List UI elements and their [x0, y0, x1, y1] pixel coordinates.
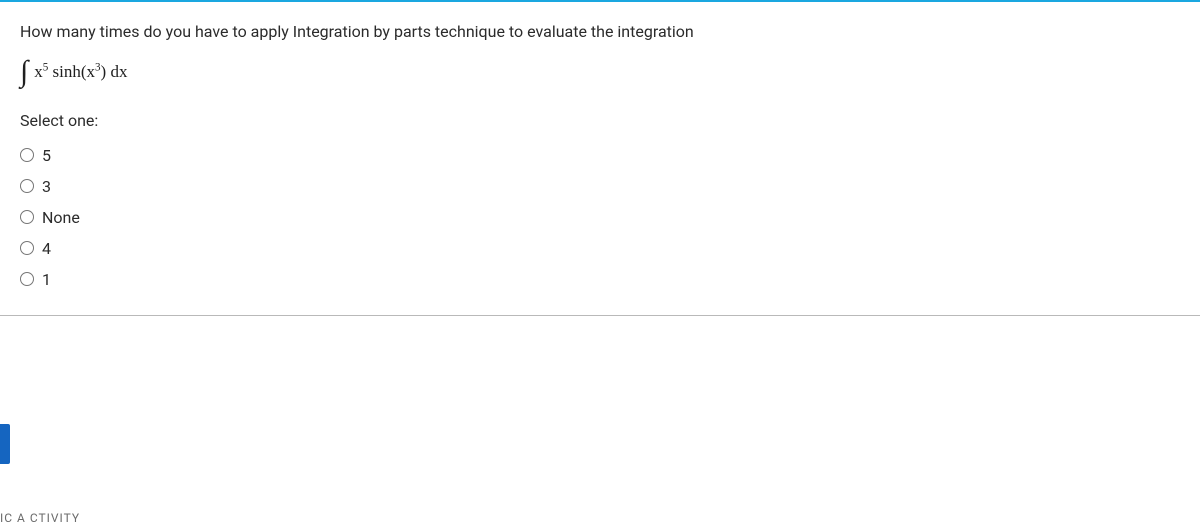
func-name: sinh( — [53, 62, 87, 81]
radio-3[interactable] — [20, 179, 34, 193]
question-block: How many times do you have to apply Inte… — [0, 2, 1200, 316]
option-3[interactable]: 3 — [20, 171, 1200, 202]
option-label: None — [42, 208, 80, 227]
option-label: 4 — [42, 239, 51, 258]
radio-4[interactable] — [20, 241, 34, 255]
integral-expression: ∫ x5 sinh(x3) dx — [20, 57, 1200, 87]
option-4[interactable]: 4 — [20, 233, 1200, 264]
option-label: 1 — [42, 270, 51, 289]
radio-5[interactable] — [20, 148, 34, 162]
radio-none[interactable] — [20, 210, 34, 224]
integral-body: x5 sinh(x3) dx — [34, 62, 127, 82]
integral-symbol: ∫ — [20, 57, 28, 87]
select-one-label: Select one: — [20, 111, 1200, 130]
option-none[interactable]: None — [20, 202, 1200, 233]
option-1[interactable]: 1 — [20, 264, 1200, 295]
power-5: 5 — [43, 61, 49, 73]
footer-fragment: IC A CTIVITY — [0, 511, 80, 525]
option-5[interactable]: 5 — [20, 140, 1200, 171]
question-text: How many times do you have to apply Inte… — [20, 20, 1200, 45]
side-tab[interactable] — [0, 424, 10, 464]
radio-1[interactable] — [20, 272, 34, 286]
func-suffix: ) dx — [101, 62, 128, 81]
option-label: 5 — [42, 146, 51, 165]
arg-base: x — [87, 62, 96, 81]
option-label: 3 — [42, 177, 51, 196]
options-list: 5 3 None 4 1 — [20, 140, 1200, 295]
